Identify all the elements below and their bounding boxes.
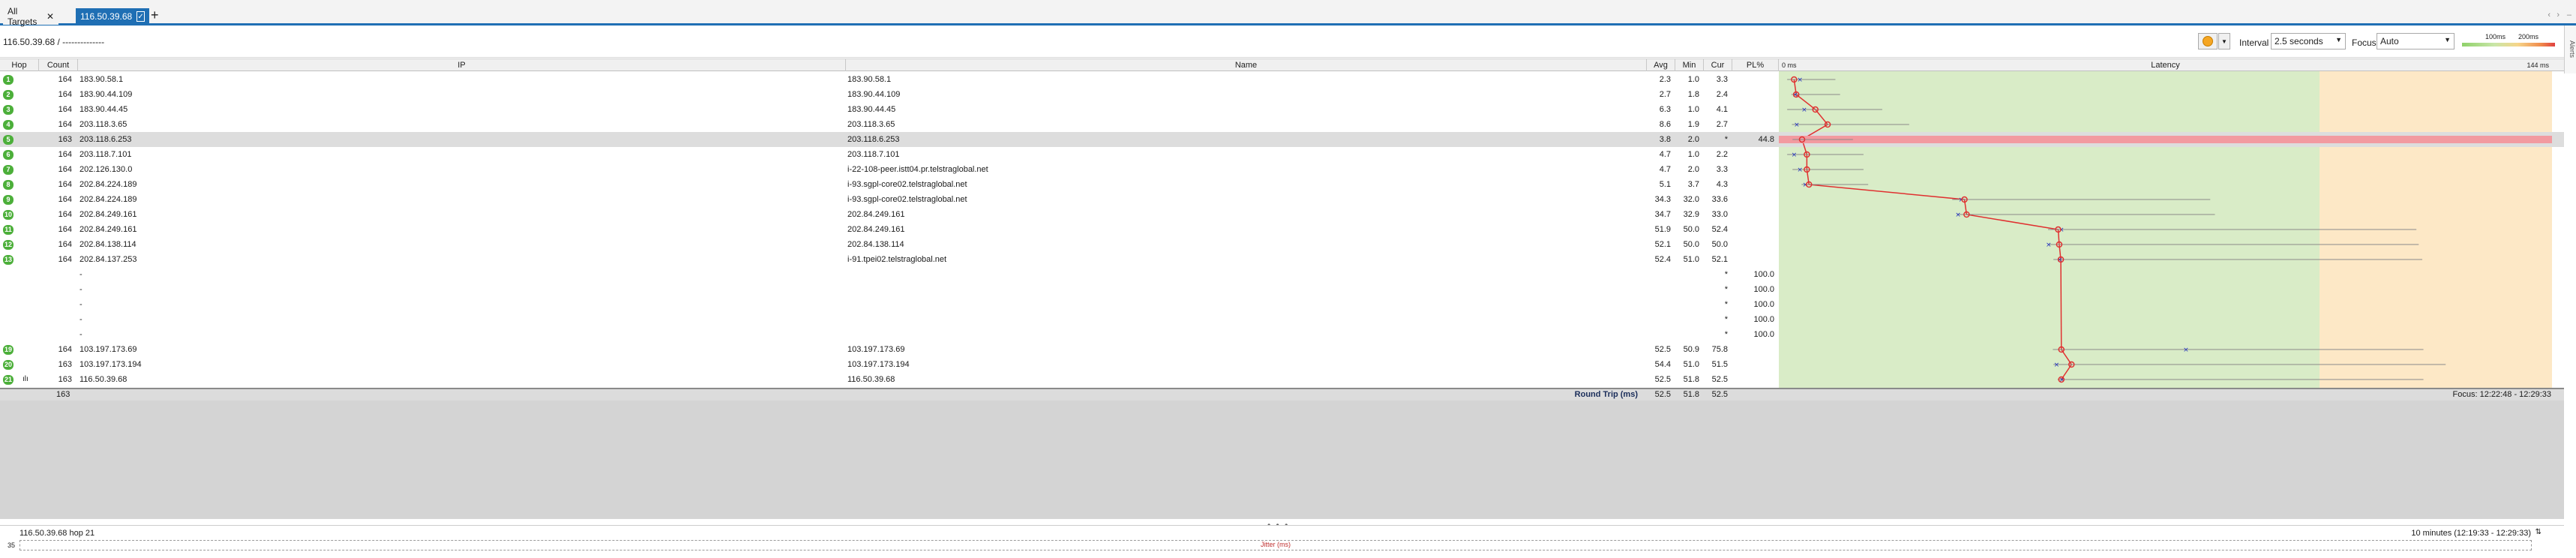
current-marker: × — [2046, 242, 2052, 249]
total-cur: 52.5 — [1711, 390, 1728, 399]
packet-loss-bar — [1779, 136, 2552, 143]
empty-grid-area — [0, 400, 2564, 519]
timeline-target-label: 116.50.39.68 hop 21 — [19, 529, 95, 538]
current-marker: × — [1955, 212, 1961, 219]
timeline-range-label[interactable]: 10 minutes (12:19:33 - 12:29:33) — [2411, 529, 2531, 538]
jitter-label: Jitter (ms) — [1261, 541, 1291, 548]
current-marker: × — [1797, 166, 1803, 174]
current-marker: × — [1794, 122, 1800, 129]
current-marker: × — [2183, 346, 2189, 354]
focus-range: Focus: 12:22:48 - 12:29:33 — [2452, 390, 2551, 399]
current-marker: × — [1801, 106, 1807, 114]
current-marker: × — [1792, 152, 1798, 159]
current-marker: × — [2054, 362, 2060, 369]
time-range-icon[interactable]: ⇅ — [2536, 528, 2542, 536]
round-trip-row: 163 Round Trip (ms) 52.5 51.8 52.5 Focus… — [0, 388, 2564, 400]
total-min: 51.8 — [1683, 390, 1699, 399]
round-trip-label: Round Trip (ms) — [1574, 390, 1638, 399]
total-count: 163 — [56, 390, 70, 399]
current-marker: × — [1797, 76, 1803, 84]
total-avg: 52.5 — [1654, 390, 1671, 399]
jitter-graph[interactable]: Jitter (ms) — [19, 540, 2532, 550]
timeline-axis-value: 35 — [7, 542, 16, 549]
